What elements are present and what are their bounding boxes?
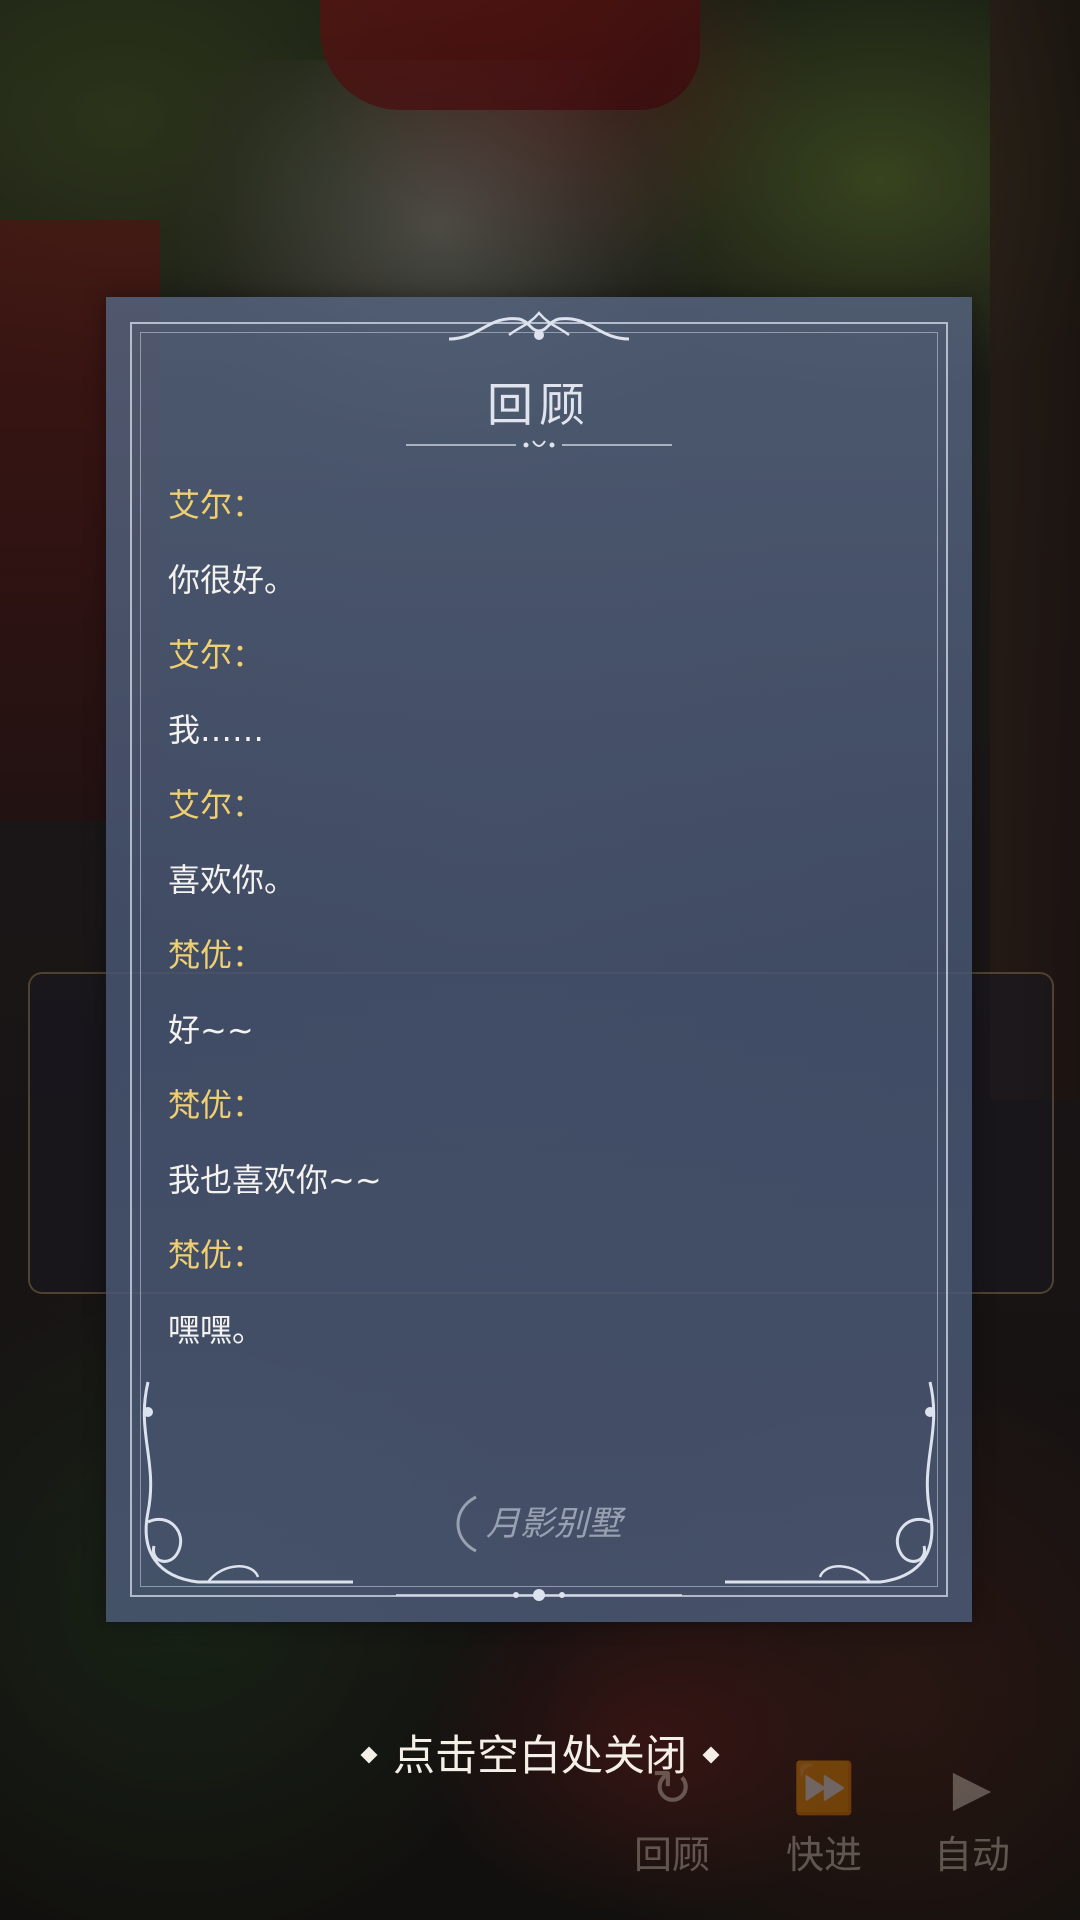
- top-ornament: [448, 311, 630, 341]
- title-divider: [406, 440, 672, 448]
- diamond-icon: [702, 1746, 720, 1764]
- fast-forward-label: 快进: [786, 1833, 863, 1877]
- review-title: 回顾: [487, 378, 591, 432]
- log-entry: 艾尔： 喜欢你。: [168, 775, 910, 925]
- log-entry: 艾尔： 你很好。: [168, 475, 910, 625]
- logo-text: 月影别墅: [486, 1504, 627, 1544]
- speaker-name: 梵优：: [168, 936, 265, 974]
- speaker-name: 艾尔：: [168, 786, 265, 824]
- dialogue-line: 嘿嘿。: [168, 1311, 265, 1349]
- dialogue-line: 我……: [168, 711, 265, 749]
- review-control-label: 回顾: [634, 1833, 711, 1877]
- review-panel: 回顾 艾尔： 你很好。 艾尔： 我…… 艾尔： 喜欢你。 梵优： 好~~ 梵优：…: [106, 297, 972, 1622]
- diamond-icon: [360, 1746, 378, 1764]
- bottom-ornament: [396, 1589, 682, 1601]
- dialogue-line: 喜欢你。: [168, 861, 297, 899]
- speaker-name: 艾尔：: [168, 636, 265, 674]
- moon-shadow-villa-logo: 月影别墅: [456, 1495, 627, 1553]
- speaker-name: 梵优：: [168, 1086, 265, 1124]
- dialogue-line: 你很好。: [168, 561, 297, 599]
- log-entry: 梵优： 我也喜欢你~~: [168, 1075, 910, 1225]
- dialogue-line: 好~~: [168, 1011, 254, 1049]
- auto-label: 自动: [934, 1833, 1011, 1877]
- speaker-name: 梵优：: [168, 1236, 265, 1274]
- corner-ornament-right: [725, 1381, 936, 1584]
- corner-ornament-left: [142, 1381, 353, 1584]
- dialogue-line: 我也喜欢你~~: [168, 1161, 382, 1199]
- speaker-name: 艾尔：: [168, 486, 265, 524]
- close-hint[interactable]: 点击空白处关闭: [0, 1722, 1080, 1783]
- log-entry: 艾尔： 我……: [168, 625, 910, 775]
- review-log[interactable]: 艾尔： 你很好。 艾尔： 我…… 艾尔： 喜欢你。 梵优： 好~~ 梵优： 我也…: [168, 475, 910, 1375]
- log-entry: 梵优： 嘿嘿。: [168, 1225, 910, 1375]
- close-hint-text: 点击空白处关闭: [392, 1731, 687, 1780]
- log-entry: 梵优： 好~~: [168, 925, 910, 1075]
